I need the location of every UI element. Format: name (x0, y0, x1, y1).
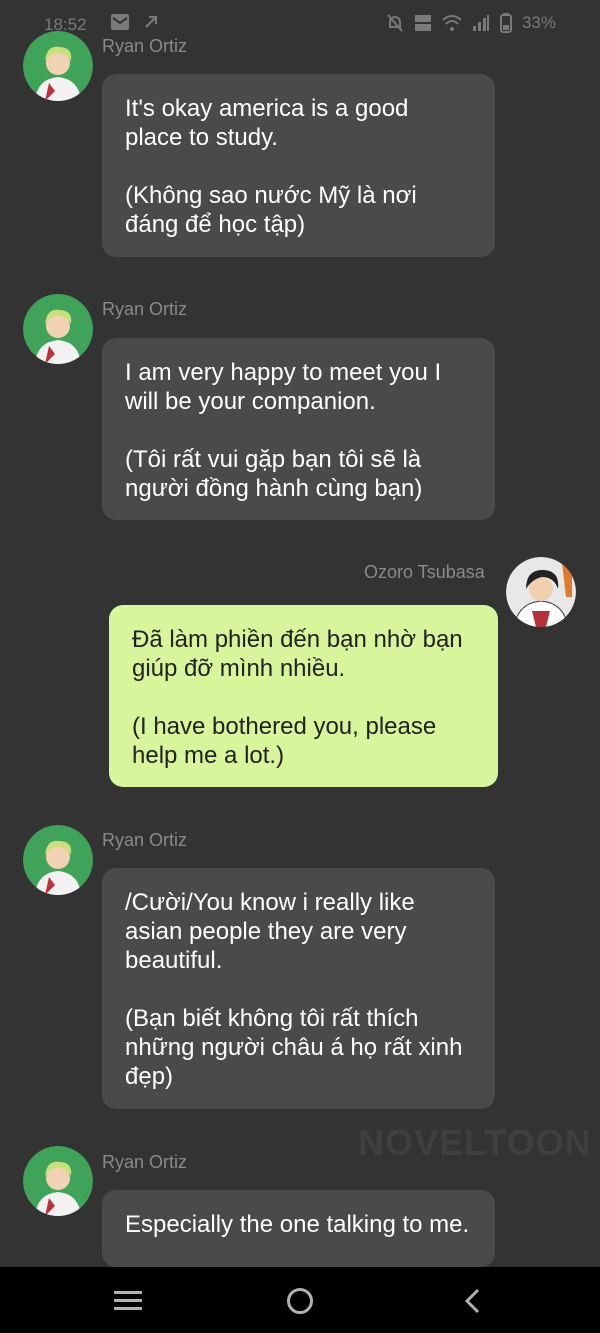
message-bubble[interactable]: Especially the one talking to me. (102, 1190, 495, 1267)
sender-name: Ryan Ortiz (102, 299, 188, 319)
avatar-ozoro-tsubasa[interactable] (506, 557, 576, 627)
mail-icon (110, 13, 130, 31)
mute-icon (386, 13, 404, 33)
avatar-ryan-ortiz[interactable] (23, 1146, 93, 1216)
message-bubble[interactable]: /Cười/You know i really like asian peopl… (102, 868, 495, 1109)
system-nav-bar (0, 1267, 600, 1333)
menu-icon[interactable] (110, 1283, 146, 1319)
avatar-ryan-ortiz[interactable] (23, 31, 93, 101)
sender-name: Ryan Ortiz (102, 830, 188, 850)
back-icon[interactable] (455, 1283, 491, 1319)
sender-name: Ryan Ortiz (102, 1152, 188, 1172)
message-bubble[interactable]: It's okay america is a good place to stu… (102, 74, 495, 257)
message-bubble[interactable]: I am very happy to meet you I will be yo… (102, 338, 495, 520)
avatar-ryan-ortiz[interactable] (23, 294, 93, 364)
battery-icon (499, 13, 512, 33)
noveltoon-watermark: NOVELTOON (358, 1122, 592, 1163)
status-bar: 18:52 33% (0, 0, 600, 50)
volte-icon (414, 13, 432, 33)
battery-percent: 33% (521, 13, 556, 32)
avatar-ryan-ortiz[interactable] (23, 825, 93, 895)
sender-name: Ryan Ortiz (102, 36, 188, 56)
home-icon[interactable] (282, 1283, 318, 1319)
notification-icon (144, 15, 158, 29)
wifi-icon (442, 14, 462, 32)
sender-name: Ozoro Tsubasa (364, 562, 485, 582)
signal-icon (472, 14, 490, 32)
message-bubble[interactable]: Đã làm phiền đến bạn nhờ bạn giúp đỡ mìn… (109, 605, 498, 787)
